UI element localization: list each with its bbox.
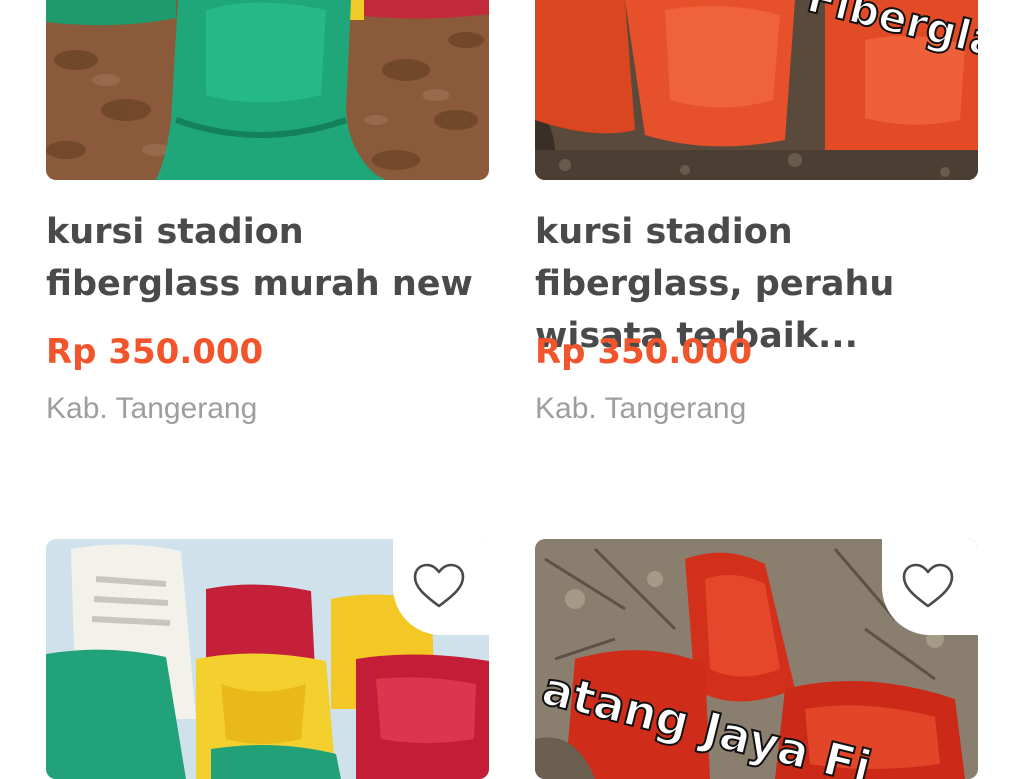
wishlist-button[interactable] — [393, 539, 489, 635]
product-price: Rp 350.000 — [535, 332, 753, 372]
product-card[interactable]: kursi stadion fiberglass murah new Rp 35… — [46, 0, 489, 460]
product-image[interactable]: Fiberglas — [535, 0, 978, 180]
product-location: Kab. Tangerang — [46, 392, 258, 425]
heart-outline-icon — [902, 563, 954, 608]
product-image[interactable] — [46, 0, 489, 180]
heart-outline-icon — [413, 563, 465, 608]
product-card[interactable] — [46, 539, 489, 779]
product-card[interactable]: Fiberglas kursi stadion fiberglass, pera… — [535, 0, 978, 460]
product-card[interactable]: atang Jaya Fi — [535, 539, 978, 779]
product-title[interactable]: kursi stadion fiberglass murah new — [46, 206, 489, 310]
wishlist-button[interactable] — [882, 539, 978, 635]
product-price: Rp 350.000 — [46, 332, 264, 372]
product-location: Kab. Tangerang — [535, 392, 747, 425]
